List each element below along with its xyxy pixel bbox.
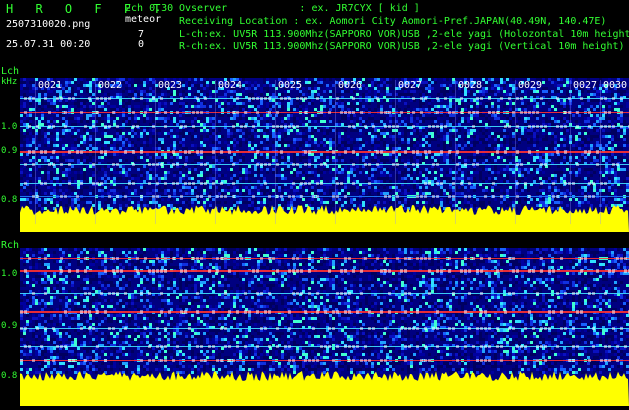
- y-tick-r-0: 1.0: [1, 269, 18, 279]
- meteor-count-r: 0: [138, 39, 145, 50]
- y-tick-l-1: 0.9: [1, 146, 18, 156]
- y-tick-l-0: 1.0: [1, 122, 18, 132]
- lch-time-label-10: 0030: [603, 80, 627, 91]
- lch-spectrogram: 0021 0022 0023 0024 0025 0026 0027 0028 0029 0027…: [20, 78, 629, 232]
- observer-line: Ovserver : ex. JR7CYX [ kid ]: [179, 3, 420, 14]
- khz-label: kHz: [1, 77, 18, 87]
- location-line: Receiving Location : ex. Aomori City Aom…: [179, 16, 607, 27]
- lch-time-label-4: 0025: [278, 80, 302, 91]
- y-tick-r-2: 0.8: [1, 371, 18, 381]
- lch-time-label-9: 0027: [573, 80, 597, 91]
- lch-time-label-1: 0022: [98, 80, 122, 91]
- y-tick-r-1: 0.9: [1, 321, 18, 331]
- channel-mode-label: 2ch 0.30: [125, 3, 174, 14]
- rch-spectrogram-image: [20, 248, 629, 406]
- lch-time-label-7: 0028: [458, 80, 482, 91]
- lch-time-label-6: 0027: [398, 80, 422, 91]
- lch-time-label-8: 0029: [518, 80, 542, 91]
- y-tick-l-2: 0.8: [1, 195, 18, 205]
- filename-label: 2507310020.png: [6, 19, 91, 30]
- datetime-label: 25.07.31 00:20: [6, 39, 91, 50]
- rch-info-line: R-ch:ex. UV5R 113.900Mhz(SAPPORO VOR)USB…: [179, 41, 625, 52]
- lch-info-line: L-ch:ex. UV5R 113.900Mhz(SAPPORO VOR)USB…: [179, 29, 629, 40]
- meteor-label: meteor: [125, 14, 162, 25]
- lch-time-label-0: 0021: [38, 80, 62, 91]
- lch-time-label-5: 0026: [338, 80, 362, 91]
- lch-time-label-3: 0024: [218, 80, 242, 91]
- lch-label: Lch: [1, 66, 20, 77]
- lch-spectrogram-image: 0021 0022 0023 0024 0025 0026 0027 0028 0029 0027…: [20, 78, 629, 232]
- rch-label: Rch: [1, 240, 20, 251]
- lch-time-label-2: 0023: [158, 80, 182, 91]
- rch-spectrogram: [20, 248, 629, 406]
